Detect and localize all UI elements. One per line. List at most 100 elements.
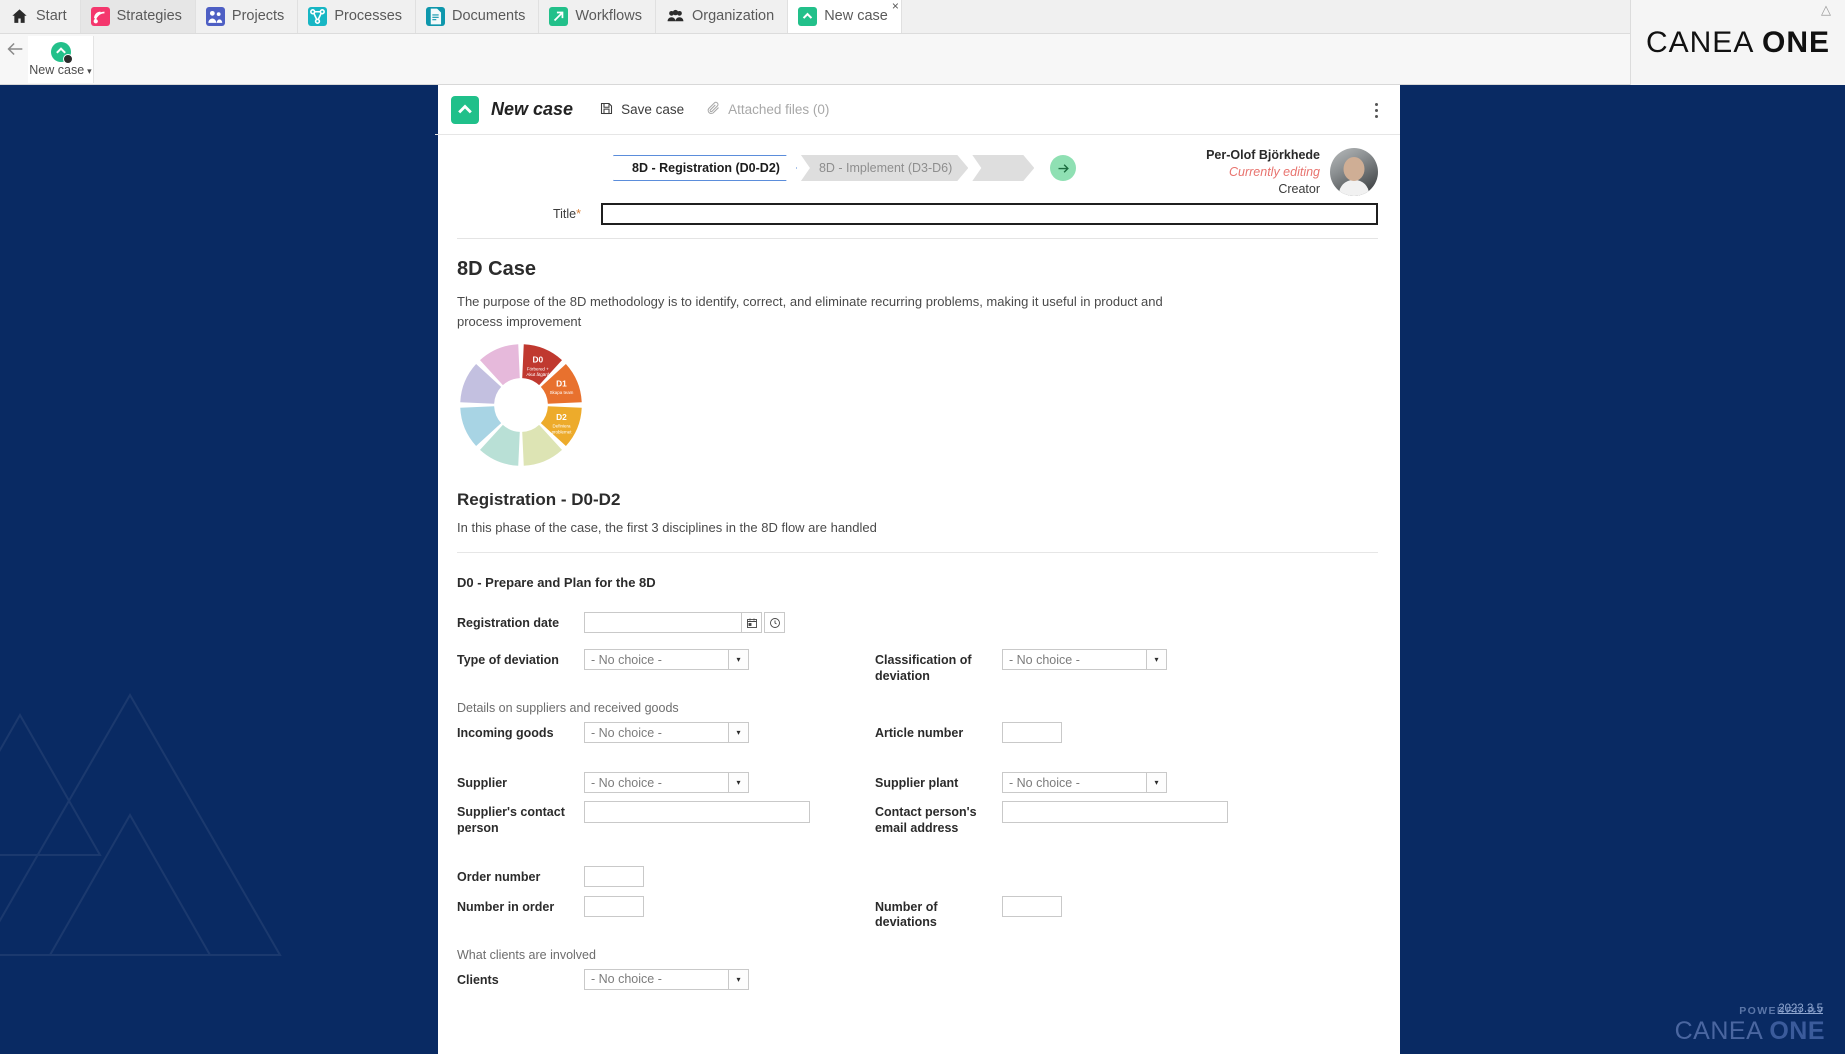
close-icon[interactable]: × [892,0,899,12]
classification-of-deviation-value: - No choice - [1009,652,1080,667]
chevron-down-icon[interactable]: ▾ [1146,773,1166,793]
browser-tab-projects[interactable]: Projects [195,0,299,33]
arrow-right-icon[interactable] [1050,155,1077,181]
case-title: New case [491,99,574,119]
save-case-button[interactable]: Save case [599,101,684,119]
chevron-down-icon[interactable]: ▾ [1146,650,1166,669]
version-link[interactable]: 2023.3.5 [1778,1003,1823,1016]
more-options-icon[interactable] [1368,101,1384,119]
tab-label: Start [36,8,67,24]
incoming-goods-select[interactable]: - No choice - ▾ [584,722,749,744]
clients-select[interactable]: - No choice - ▾ [584,968,749,990]
registration-date-label: Registration date [457,616,560,630]
classification-of-deviation-label: Classification of deviation [875,653,972,683]
workflow-step-3[interactable] [972,155,1034,181]
workflow-step-2[interactable]: 8D - Implement (D3-D6) [801,155,968,181]
owner-status: Currently editing [1228,164,1320,179]
workflow-step-1[interactable]: 8D - Registration (D0-D2) [613,155,797,181]
section-heading: Registration - D0-D2 [457,490,621,509]
supplier-plant-value: - No choice - [1009,775,1080,790]
classification-of-deviation-select[interactable]: - No choice - ▾ [1002,649,1167,670]
collapse-icon[interactable]: △ [1821,2,1831,18]
chevron-down-icon[interactable]: ▾ [728,969,748,989]
tabbar-empty-space [901,0,1630,33]
desktop-background: 2023.3.5 POWERED BY CANEA ONE New case S… [0,85,1845,1054]
documents-icon [426,6,446,26]
new-case-icon [798,6,818,26]
page-title: 8D Case [457,258,536,280]
form-row-registration-date: Registration date [457,612,1378,633]
contact-person-email-label: Contact person's email address [875,805,977,835]
section-divider [457,552,1378,553]
browser-tab-documents[interactable]: Documents [416,0,540,33]
order-number-input[interactable] [584,865,644,887]
article-number-input[interactable] [1002,722,1062,744]
chevron-down-icon[interactable]: ▾ [728,723,748,743]
supplier-contact-person-input[interactable] [584,801,810,824]
supplier-plant-label: Supplier plant [875,776,959,791]
save-case-label: Save case [621,102,685,117]
eight-d-wheel-svg: D0Förbered +Akut åtgärd D1 Skapa team D2 Def… [460,344,582,466]
tab-label: Documents [452,8,526,24]
back-icon[interactable] [4,38,26,60]
context-app-label: New case ▾ [29,63,92,77]
workflow-step-label: 8D - Registration (D0-D2) [632,161,780,175]
form-row-supplier: Supplier - No choice - ▾ Supplier plant … [457,772,1378,794]
number-in-order-input[interactable] [584,895,644,917]
browser-tab-processes[interactable]: Processes [298,0,417,33]
workflows-icon [549,6,569,26]
projects-icon [205,6,225,26]
supplier-plant-select[interactable]: - No choice - ▾ [1002,772,1167,794]
attached-files-button[interactable]: Attached files (0) [706,101,829,119]
registration-date-input[interactable] [584,612,741,633]
svg-text:Akut åtgärd: Akut åtgärd [526,371,549,377]
tab-label: New case [824,8,888,24]
type-of-deviation-value: - No choice - [591,652,662,667]
supplier-value: - No choice - [591,775,662,790]
type-of-deviation-select[interactable]: - No choice - ▾ [584,649,749,670]
form-row-goods: Incoming goods - No choice - ▾ Article n… [457,722,1378,744]
eight-d-wheel: D0 Förbered + Akut åtgärd D1 Skapa team D2 Def… [457,341,1378,474]
form-row-clients: Clients - No choice - ▾ [457,968,1378,990]
case-description: The purpose of the 8D methodology is to … [457,294,1163,329]
form-row-contact: Supplier's contact person Contact person… [457,801,1378,836]
tab-label: Processes [334,8,403,24]
chevron-down-icon[interactable]: ▾ [728,650,748,669]
tab-label: Organization [691,8,775,24]
chevron-down-icon[interactable]: ▾ [728,773,748,793]
browser-tab-start[interactable]: Start [0,0,81,33]
brand-logo: CANEA ONE [1645,25,1831,59]
article-number-label: Article number [875,726,964,741]
case-logo-icon [451,95,479,124]
contact-person-email-input[interactable] [1002,801,1228,824]
number-of-deviations-input[interactable] [1002,895,1062,917]
browser-tab-workflows[interactable]: Workflows [539,0,656,33]
divider [457,238,1378,239]
svg-text:D1: D1 [556,378,567,388]
organization-icon [666,7,685,26]
type-of-deviation-label: Type of deviation [457,653,559,667]
processes-icon [308,6,328,26]
svg-text:D0: D0 [532,355,543,365]
clock-icon[interactable] [764,612,785,633]
case-flow-row: 8D - Registration (D0-D2) 8D - Implement … [435,135,1400,205]
home-icon [10,7,29,26]
browser-tab-new-case[interactable]: New case × [788,0,902,33]
case-window: New case Save case Attached files (0) 8D… [435,85,1400,1054]
browser-tab-strategies[interactable]: Strategies [80,0,196,33]
group-label-clients: What clients are involved [457,947,596,962]
browser-tab-organization[interactable]: Organization [655,0,789,33]
powered-by-footer: 2023.3.5 POWERED BY CANEA ONE [1675,1003,1825,1045]
svg-text:Förbered +: Förbered + [527,366,549,371]
d0-heading: D0 - Prepare and Plan for the 8D [457,575,656,590]
context-app-new-case[interactable]: New case ▾ [28,36,94,83]
title-input[interactable] [601,203,1378,225]
calendar-icon[interactable] [741,612,762,633]
avatar [1330,148,1378,197]
supplier-contact-person-label: Supplier's contact person [457,805,565,835]
tab-label: Workflows [575,8,642,24]
case-owner-panel: Per-Olof Björkhede Currently editing Cre… [1206,147,1378,198]
save-icon [599,101,614,119]
number-of-deviations-label: Number of deviations [875,899,938,930]
supplier-select[interactable]: - No choice - ▾ [584,772,749,794]
